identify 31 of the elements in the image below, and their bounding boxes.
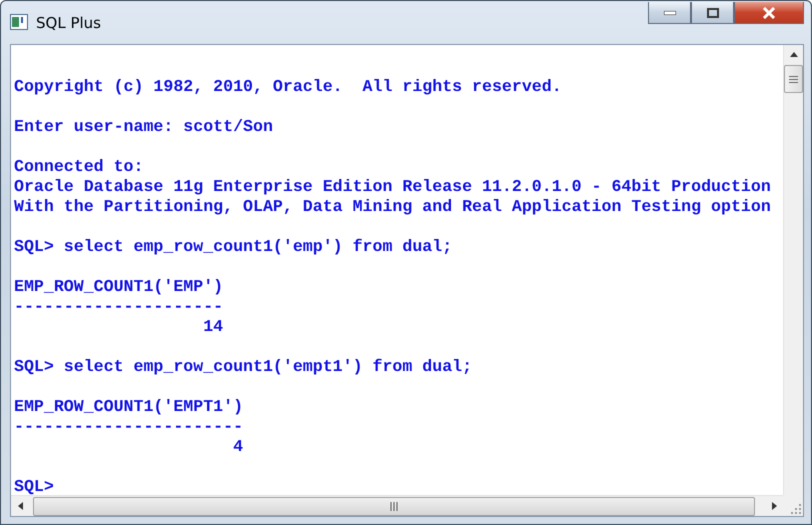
- console-line: With the Partitioning, OLAP, Data Mining and Real Application Testing option: [14, 197, 771, 216]
- up-arrow-icon: [790, 52, 798, 56]
- maximize-button[interactable]: [691, 2, 734, 24]
- vertical-scrollbar[interactable]: [783, 45, 803, 495]
- window-title: SQL Plus: [36, 14, 101, 32]
- console-line: 14: [202, 317, 224, 336]
- right-arrow-icon: [772, 502, 776, 510]
- maximize-icon: [706, 8, 718, 18]
- console-line: -----------------------: [14, 417, 244, 436]
- console-line: SQL> select emp_row_count1('empt1') from dual;: [14, 357, 472, 376]
- minimize-icon: [664, 10, 676, 14]
- scroll-thumb[interactable]: [784, 65, 803, 93]
- minimize-button[interactable]: [648, 2, 691, 24]
- console-line: Copyright (c) 1982, 2010, Oracle. All rights reserved.: [14, 77, 562, 96]
- horizontal-scrollbar[interactable]: [11, 495, 783, 516]
- console-line: EMP_ROW_COUNT1('EMPT1'): [14, 397, 244, 416]
- console-line: EMP_ROW_COUNT1('EMP'): [14, 277, 224, 296]
- close-icon: [762, 6, 776, 18]
- scroll-thumb[interactable]: [33, 496, 755, 516]
- resize-grip-icon[interactable]: [791, 504, 801, 514]
- app-icon: [10, 14, 28, 30]
- close-button[interactable]: [734, 2, 804, 24]
- console-line: Oracle Database 11g Enterprise Edition Release 11.2.0.1.0 - 64bit Production: [14, 177, 771, 196]
- grip-icon: [390, 502, 398, 510]
- console-line: Connected to:: [14, 157, 144, 176]
- console-line: SQL>: [14, 477, 54, 495]
- left-arrow-icon: [18, 502, 22, 510]
- console-line: 4: [232, 437, 244, 456]
- console-line: SQL> select emp_row_count1('emp') from dual;: [14, 237, 452, 256]
- console-line: ---------------------: [14, 297, 224, 316]
- console-line: Enter user-name: scott/Son: [14, 117, 273, 136]
